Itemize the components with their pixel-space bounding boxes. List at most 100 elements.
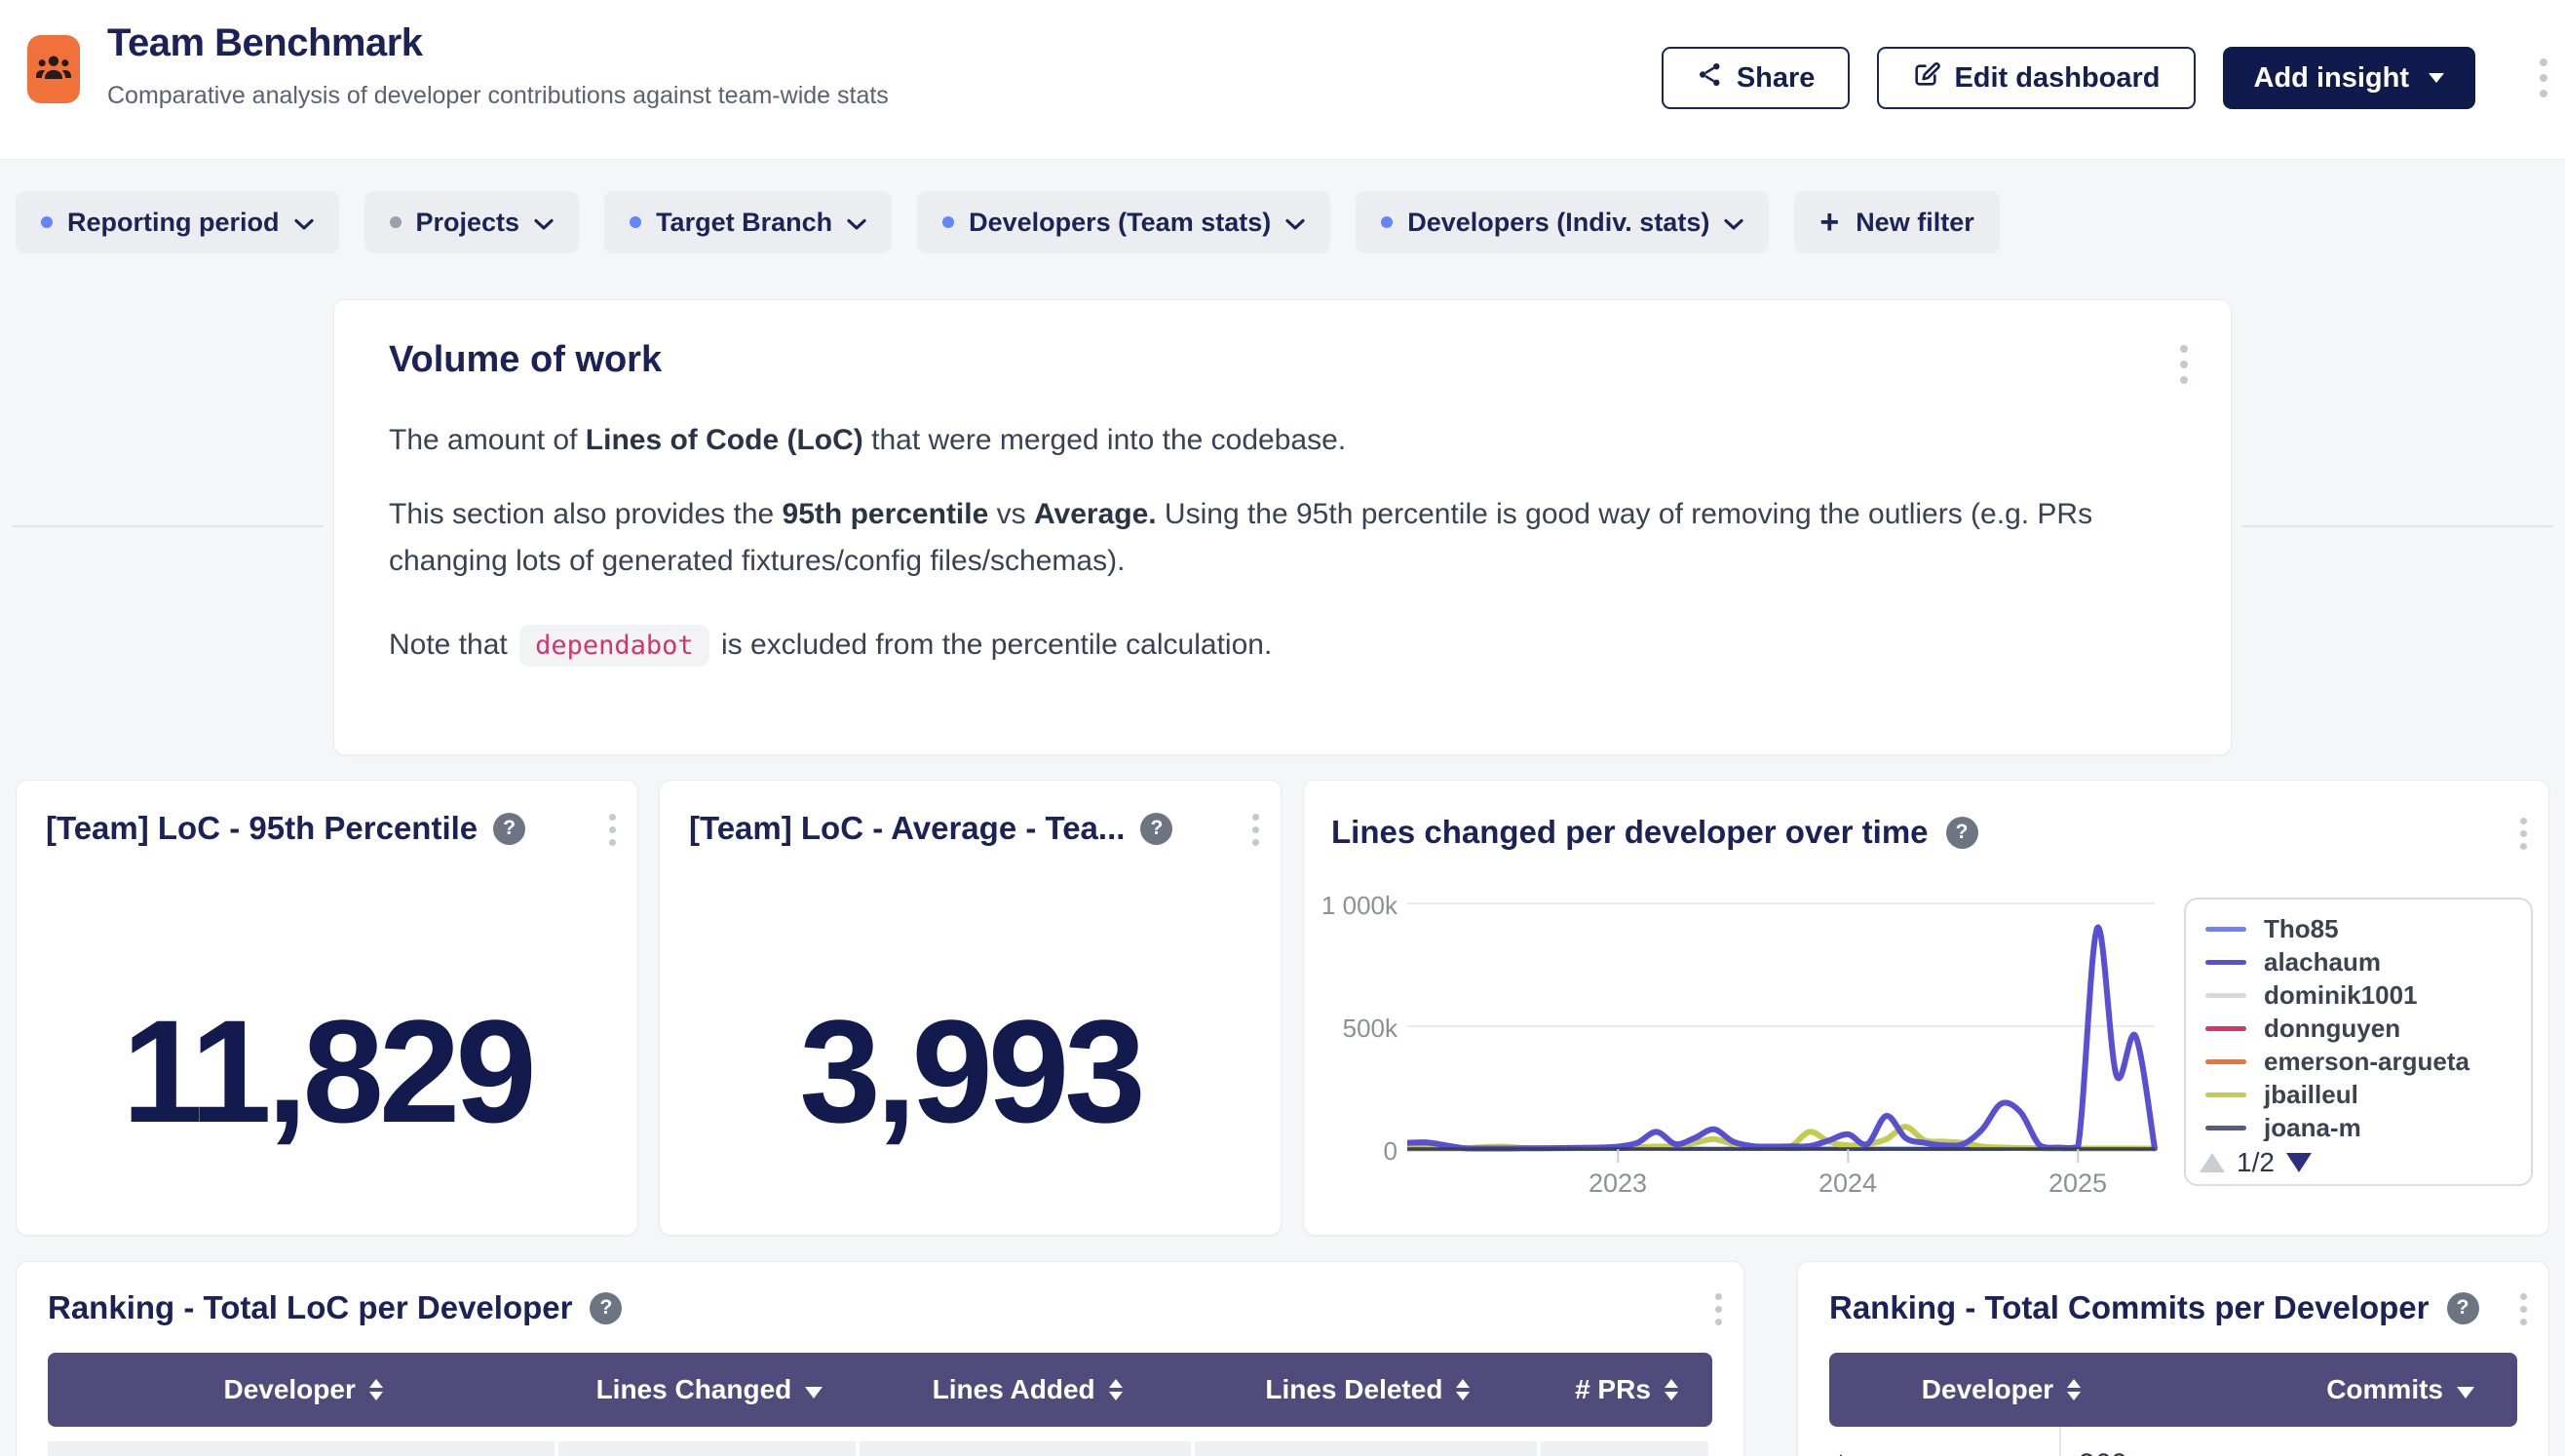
legend-item-jbailleul[interactable]: jbailleul: [2205, 1079, 2521, 1111]
line-chart-plot[interactable]: [1407, 888, 2158, 1177]
table-row[interactable]: [48, 1441, 1712, 1456]
column-header-developer[interactable]: Developer: [48, 1353, 558, 1427]
x-axis-tick-2023: 2023: [1559, 1169, 1676, 1199]
legend-item-label: donnguyen: [2264, 1014, 2400, 1044]
header-actions: Share Edit dashboard Add insight: [1662, 47, 2475, 109]
column-header-lines-changed[interactable]: Lines Changed: [558, 1353, 860, 1427]
metric-card-loc-average: [Team] LoC - Average - Tea... ? 3,993: [659, 780, 1282, 1236]
volume-paragraph-3: Note that dependabot is excluded from th…: [389, 622, 2114, 669]
legend-line-swatch: [2205, 1026, 2246, 1031]
plus-icon: +: [1819, 206, 1839, 239]
table-card-menu-button[interactable]: [2520, 1293, 2527, 1325]
chart-title: Lines changed per developer over time: [1331, 814, 1929, 851]
column-header-lines-added[interactable]: Lines Added: [860, 1353, 1194, 1427]
column-header-label: Developer: [223, 1374, 355, 1405]
app-header: Team Benchmark Comparative analysis of d…: [0, 0, 2565, 160]
new-filter-button[interactable]: + New filter: [1794, 191, 1999, 253]
table-cell: [558, 1441, 856, 1456]
chart-card-menu-button[interactable]: [2520, 818, 2527, 850]
table-cell: [1195, 1441, 1537, 1456]
table-cell: [48, 1441, 555, 1456]
chart-legend: Tho85alachaumdominik1001donnguyenemerson…: [2184, 898, 2533, 1186]
help-icon[interactable]: ?: [2447, 1292, 2479, 1324]
metric-title: [Team] LoC - Average - Tea...: [689, 810, 1125, 847]
metric-card-menu-button[interactable]: [609, 814, 616, 846]
filter-chip-projects[interactable]: Projects: [364, 191, 580, 253]
table-cell: [860, 1441, 1190, 1456]
legend-line-swatch: [2205, 1059, 2246, 1064]
table-row[interactable]: tomazornour 260: [1829, 1427, 2517, 1456]
legend-item-tho85[interactable]: Tho85: [2205, 913, 2521, 945]
chevron-down-icon: [1285, 208, 1305, 238]
column-header-developer[interactable]: Developer: [1829, 1353, 2173, 1427]
ranking-commits-table-card: Ranking - Total Commits per Developer ? …: [1797, 1261, 2549, 1456]
filter-chip-label: Developers (Team stats): [969, 208, 1271, 238]
legend-item-label: Tho85: [2264, 914, 2339, 944]
legend-item-joana-m[interactable]: joana-m: [2205, 1112, 2521, 1144]
legend-item-emerson-argueta[interactable]: emerson-argueta: [2205, 1046, 2521, 1078]
volume-card-title: Volume of work: [389, 339, 662, 381]
filter-chip-reporting-period[interactable]: Reporting period: [16, 191, 339, 253]
sort-desc-icon: [2457, 1387, 2474, 1399]
filter-chip-label: Projects: [416, 208, 520, 238]
column-header-label: # PRs: [1575, 1374, 1651, 1405]
legend-item-donnguyen[interactable]: donnguyen: [2205, 1013, 2521, 1045]
sort-icon: [1109, 1379, 1123, 1400]
dashboard-menu-button[interactable]: [2540, 58, 2547, 97]
legend-page-up-icon[interactable]: [2200, 1153, 2225, 1172]
metric-title: [Team] LoC - 95th Percentile: [46, 810, 478, 847]
legend-item-label: emerson-argueta: [2264, 1047, 2469, 1077]
legend-line-swatch: [2205, 1092, 2246, 1097]
section-divider-left: [12, 525, 324, 527]
column-header-commits[interactable]: Commits: [2173, 1353, 2517, 1427]
team-icon: [34, 48, 73, 92]
section-divider-right: [2241, 525, 2553, 527]
legend-page-down-icon[interactable]: [2286, 1153, 2312, 1172]
legend-item-alachaum[interactable]: alachaum: [2205, 946, 2521, 978]
column-header-lines-deleted[interactable]: Lines Deleted: [1195, 1353, 1541, 1427]
column-header-label: Lines Added: [933, 1374, 1095, 1405]
y-axis-tick-500k: 500k: [1304, 1014, 1397, 1044]
filter-chip-label: Target Branch: [656, 208, 832, 238]
filter-bar: Reporting period Projects Target Branch Dev…: [16, 191, 2000, 253]
legend-item-label: jbailleul: [2264, 1080, 2358, 1110]
metric-card-menu-button[interactable]: [1252, 814, 1259, 846]
filter-status-dot: [41, 216, 53, 228]
new-filter-label: New filter: [1856, 208, 1974, 238]
help-icon[interactable]: ?: [590, 1292, 622, 1324]
share-button[interactable]: Share: [1662, 47, 1851, 109]
metric-card-loc-95th: [Team] LoC - 95th Percentile ? 11,829: [16, 780, 638, 1236]
filter-status-dot: [630, 216, 641, 228]
filter-status-dot: [1381, 216, 1393, 228]
table-card-menu-button[interactable]: [1715, 1293, 1722, 1325]
filter-chip-developers-team-stats[interactable]: Developers (Team stats): [917, 191, 1330, 253]
column-header-label: Commits: [2326, 1374, 2443, 1405]
chevron-down-icon: [1724, 208, 1743, 238]
filter-chip-developers-indiv-stats[interactable]: Developers (Indiv. stats): [1356, 191, 1769, 253]
help-icon[interactable]: ?: [493, 813, 525, 845]
legend-line-swatch: [2205, 927, 2246, 932]
help-icon[interactable]: ?: [1946, 817, 1978, 849]
filter-chip-target-branch[interactable]: Target Branch: [604, 191, 892, 253]
filter-status-dot: [390, 216, 402, 228]
chevron-down-icon: [2429, 73, 2444, 83]
metric-value: 11,829: [17, 987, 637, 1156]
chevron-down-icon: [534, 208, 554, 238]
add-insight-button[interactable]: Add insight: [2223, 47, 2475, 109]
dependabot-code-chip: dependabot: [519, 625, 709, 667]
lines-changed-chart-card: Lines changed per developer over time ? …: [1303, 780, 2549, 1236]
column-header-prs[interactable]: # PRs: [1541, 1353, 1712, 1427]
sort-icon: [1456, 1379, 1470, 1400]
volume-card-menu-button[interactable]: [2180, 345, 2188, 384]
edit-dashboard-button[interactable]: Edit dashboard: [1877, 47, 2195, 109]
legend-item-label: joana-m: [2264, 1113, 2361, 1143]
metric-value: 3,993: [660, 987, 1281, 1156]
sort-icon: [2067, 1379, 2081, 1400]
page-subtitle: Comparative analysis of developer contri…: [107, 82, 889, 110]
filter-status-dot: [942, 216, 954, 228]
sort-desc-icon: [805, 1387, 823, 1399]
table-title: Ranking - Total Commits per Developer: [1829, 1289, 2430, 1326]
legend-item-dominik1001[interactable]: dominik1001: [2205, 979, 2521, 1012]
help-icon[interactable]: ?: [1140, 813, 1172, 845]
filter-chip-label: Developers (Indiv. stats): [1407, 208, 1709, 238]
